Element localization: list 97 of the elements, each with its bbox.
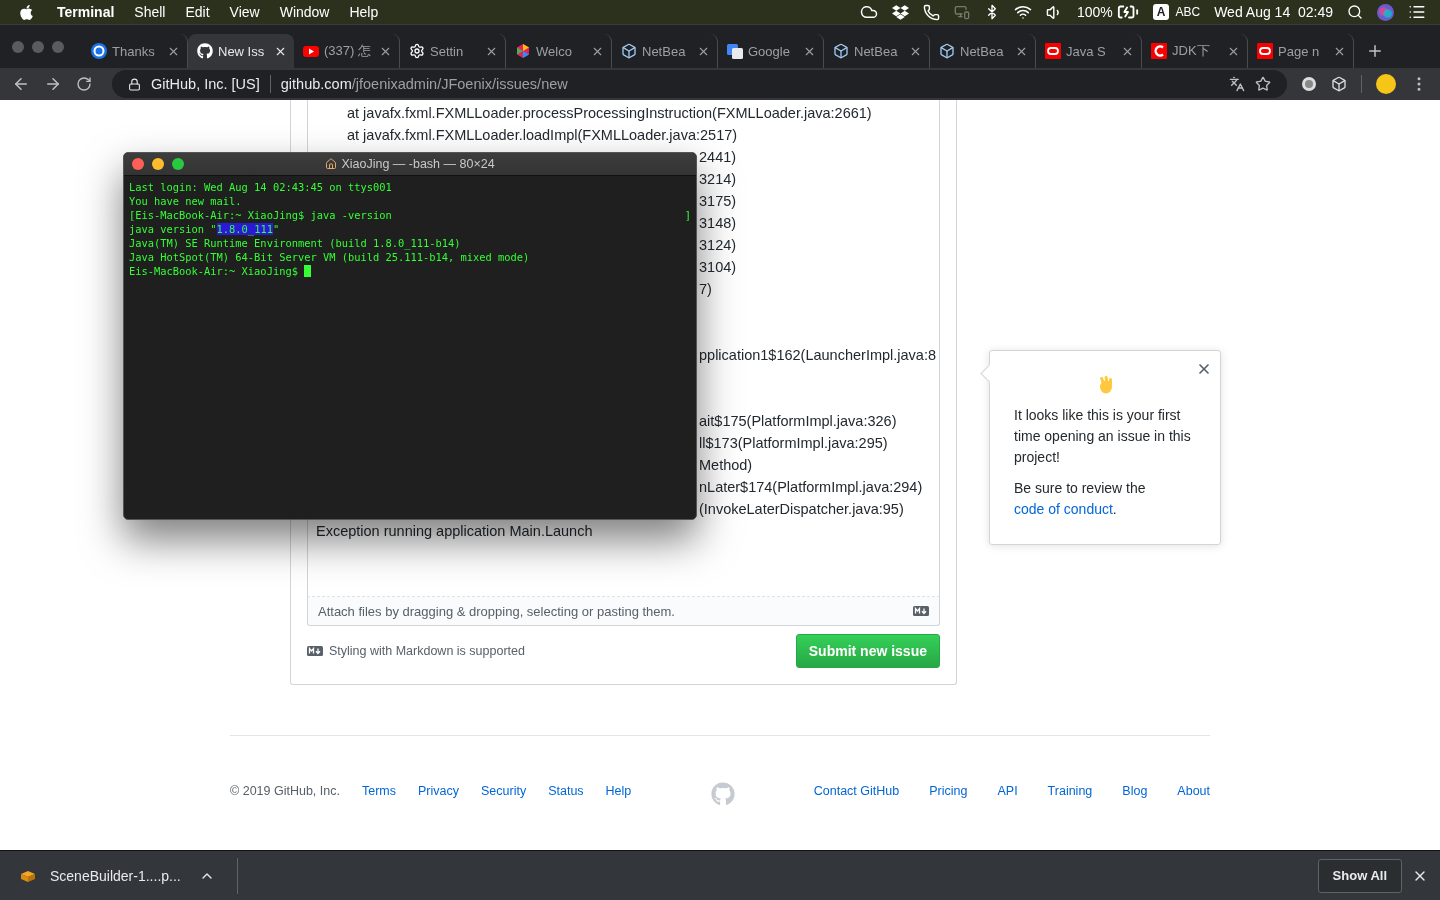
cube-icon[interactable] xyxy=(1331,76,1347,92)
markdown-note: Styling with Markdown is supported xyxy=(329,644,525,658)
trace-line: 2441) xyxy=(699,148,737,167)
cloud-icon[interactable] xyxy=(860,3,878,21)
show-all-button[interactable]: Show All xyxy=(1317,858,1402,893)
phone-icon[interactable] xyxy=(923,3,940,21)
orb-icon[interactable] xyxy=(1377,3,1394,21)
window-control[interactable] xyxy=(132,158,144,170)
trace-line: Exception running application Main.Launch xyxy=(316,522,593,541)
lock-icon xyxy=(128,77,141,91)
markdown-icon xyxy=(307,646,323,656)
attach-bar[interactable]: Attach files by dragging & dropping, selecting or pasting them. xyxy=(307,597,940,626)
trace-line: 3148) xyxy=(699,214,737,233)
terminal-line: java version "1.8.0_111" xyxy=(129,222,280,236)
arc-icon xyxy=(1151,43,1167,59)
input-source-name: ABC xyxy=(1175,5,1201,19)
translate-icon[interactable] xyxy=(1229,76,1245,92)
footer-link[interactable]: API xyxy=(997,784,1018,798)
screens-icon[interactable] xyxy=(954,4,970,20)
trace-line: at javafx.fxml.FXMLLoader.processProcessingInstruction(FXMLLoader.java:2661) xyxy=(347,104,872,123)
wifi-icon[interactable] xyxy=(1014,3,1032,21)
settings-icon xyxy=(409,43,425,59)
trace-line: Method) xyxy=(699,456,753,475)
battery-percent: 100% xyxy=(1077,4,1113,20)
terminal-line: Java HotSpot(TM) 64-Bit Server VM (build 25.111-b14, mixed mode) xyxy=(129,250,530,264)
cube-icon xyxy=(939,43,955,59)
trace-line: nLater$174(PlatformImpl.java:294) xyxy=(699,478,923,497)
input-source-badge[interactable]: A xyxy=(1152,4,1170,20)
url-text[interactable]: github.com/jfoenixadmin/JFoenix/issues/new xyxy=(280,76,568,92)
attach-hint: Attach files by dragging & dropping, selecting or pasting them. xyxy=(318,603,675,619)
cube-icon xyxy=(621,43,637,59)
close-icon xyxy=(1196,361,1212,377)
list-icon[interactable] xyxy=(1408,3,1426,21)
popover-review-text: Be sure to review the code of conduct. xyxy=(1014,479,1147,519)
window-control[interactable] xyxy=(172,158,184,170)
cube-icon xyxy=(833,43,849,59)
download-file-name[interactable]: SceneBuilder-1....p... xyxy=(50,867,181,884)
footer-link[interactable]: Pricing xyxy=(929,784,968,798)
markdown-icon xyxy=(913,606,929,616)
menu-item[interactable]: Shell xyxy=(134,4,166,20)
open-box-icon[interactable] xyxy=(892,3,909,21)
window-title: XiaoJing — -bash — 80×24 xyxy=(341,157,495,171)
forward-icon[interactable] xyxy=(44,75,62,93)
globe-icon xyxy=(91,43,107,59)
footer-link[interactable]: Terms xyxy=(361,784,396,798)
circle-icon[interactable] xyxy=(1301,76,1317,92)
terminal-line: Eis-MacBook-Air:~ XiaoJing$ xyxy=(129,264,299,278)
footer-link[interactable]: Help xyxy=(605,784,632,798)
trace-line: ll$173(PlatformImpl.java:295) xyxy=(699,434,888,453)
site-identity[interactable]: GitHub, Inc. [US] xyxy=(151,76,260,92)
apple-icon[interactable] xyxy=(18,3,35,21)
menu-item[interactable]: Edit xyxy=(185,4,210,20)
avatar-icon[interactable] xyxy=(1376,74,1396,94)
search-icon[interactable] xyxy=(1347,4,1363,20)
footer-link[interactable]: Status xyxy=(548,784,584,798)
play-icon xyxy=(303,43,319,59)
menu-clock[interactable]: Wed Aug 14 02:49 xyxy=(1214,4,1333,20)
menu-item[interactable]: Window xyxy=(279,4,330,20)
browser-tab[interactable]: New Iss xyxy=(188,34,294,68)
footer-link[interactable]: Blog xyxy=(1122,784,1148,798)
reload-icon[interactable] xyxy=(76,76,92,92)
translate-icon xyxy=(727,43,743,59)
octocat-icon xyxy=(197,43,213,59)
window-control[interactable] xyxy=(152,158,164,170)
trace-line: pplication1$162(LauncherImpl.java:8 xyxy=(699,346,936,365)
trace-line: 3104) xyxy=(699,258,737,277)
trace-line: ait$175(PlatformImpl.java:326) xyxy=(699,412,897,431)
footer-link[interactable]: About xyxy=(1177,784,1210,798)
back-icon[interactable] xyxy=(12,75,30,93)
address-field[interactable]: GitHub, Inc. [US] github.com/jfoenixadmin/JFoenix/issues/new xyxy=(112,70,1287,98)
trace-line: 3214) xyxy=(699,170,737,189)
home-icon xyxy=(325,158,338,170)
terminal-line: You have new mail. xyxy=(129,194,242,208)
ring-icon xyxy=(1045,43,1061,59)
menu-item[interactable]: Terminal xyxy=(57,4,115,20)
popover-message: It looks like this is your first time opening an issue in this project! xyxy=(1014,406,1192,467)
terminal-mark: ] xyxy=(684,208,691,222)
star-icon[interactable] xyxy=(1255,76,1271,92)
terminal-line: Java(TM) SE Runtime Environment (build 1.8.0_111-b14) xyxy=(129,236,461,250)
ring-icon xyxy=(1257,43,1273,59)
trace-line: 3175) xyxy=(699,192,737,211)
footer-link[interactable]: Training xyxy=(1047,784,1093,798)
code-of-conduct-link[interactable]: code of conduct xyxy=(1014,501,1113,517)
hexagon-icon xyxy=(515,43,531,59)
new-tab-icon[interactable] xyxy=(1366,42,1384,60)
menu-item[interactable]: View xyxy=(229,4,260,20)
copyright-text: © 2019 GitHub, Inc. xyxy=(230,784,340,798)
footer-link[interactable]: Privacy xyxy=(418,784,459,798)
menu-item[interactable]: Help xyxy=(349,4,379,20)
trace-line: 3124) xyxy=(699,236,737,255)
terminal-line: Last login: Wed Aug 14 02:43:45 on ttys001 xyxy=(129,180,392,194)
trace-line: 7) xyxy=(699,280,712,299)
terminal-line: [Eis-MacBook-Air:~ XiaoJing$ java -version xyxy=(129,208,392,222)
trace-line: at javafx.fxml.FXMLLoader.loadImpl(FXMLLoader.java:2517) xyxy=(347,126,738,145)
footer-link[interactable]: Security xyxy=(481,784,527,798)
footer-link[interactable]: Contact GitHub xyxy=(813,784,900,798)
trace-line: (InvokeLaterDispatcher.java:95) xyxy=(699,500,904,519)
